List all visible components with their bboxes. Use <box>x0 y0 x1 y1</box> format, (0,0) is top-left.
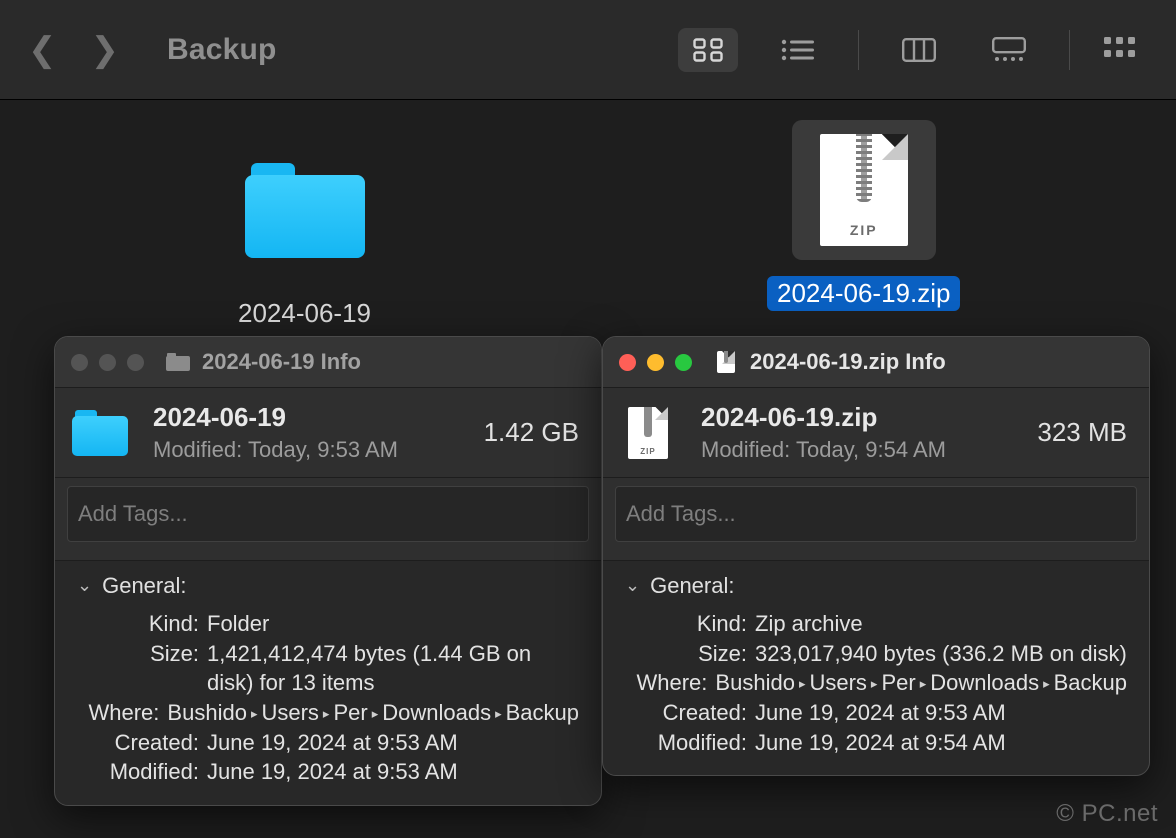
titlebar-zip-icon <box>714 352 738 372</box>
traffic-lights[interactable] <box>71 354 144 371</box>
file-item-folder[interactable]: 2024-06-19 <box>228 140 381 331</box>
view-groupby-button[interactable] <box>1100 28 1140 72</box>
info-window-folder[interactable]: 2024-06-19 Info 2024-06-19 Modified: Tod… <box>54 336 602 806</box>
section-toggle[interactable]: ⌄ General: <box>77 573 579 599</box>
file-name: 2024-06-19 <box>153 402 462 433</box>
where-value: Bushido▸Users▸Per▸Downloads▸Backup <box>167 698 579 728</box>
zoom-button[interactable] <box>675 354 692 371</box>
minimize-button[interactable] <box>647 354 664 371</box>
titlebar[interactable]: 2024-06-19.zip Info <box>603 337 1149 387</box>
tags-input[interactable] <box>615 486 1137 542</box>
titlebar[interactable]: 2024-06-19 Info <box>55 337 601 387</box>
icon-grid[interactable]: 2024-06-19 ZIP 2024-06-19.zip <box>0 100 1176 335</box>
view-columns-button[interactable] <box>889 28 949 72</box>
window-title: Backup <box>167 33 277 67</box>
nav-forward-button[interactable]: ❯ <box>91 33 120 67</box>
general-section: ⌄ General: Kind:Zip archive Size:323,017… <box>603 561 1149 775</box>
folder-icon <box>233 140 377 280</box>
general-section: ⌄ General: Kind:Folder Size:1,421,412,47… <box>55 561 601 805</box>
summary-row: 2024-06-19 Modified: Today, 9:53 AM 1.42… <box>55 387 601 478</box>
created-value: June 19, 2024 at 9:53 AM <box>207 728 579 758</box>
modified-summary: Modified: Today, 9:54 AM <box>701 437 1015 463</box>
chevron-down-icon: ⌄ <box>77 575 92 596</box>
zoom-button[interactable] <box>127 354 144 371</box>
section-toggle[interactable]: ⌄ General: <box>625 573 1127 599</box>
divider <box>1069 30 1070 70</box>
folder-icon <box>69 404 131 462</box>
finder-toolbar: ❮ ❯ Backup <box>0 0 1176 100</box>
file-label: 2024-06-19.zip <box>767 276 960 311</box>
zip-icon: ZIP <box>792 120 936 260</box>
kind-value: Folder <box>207 609 579 639</box>
file-name: 2024-06-19.zip <box>701 402 1015 433</box>
file-item-zip[interactable]: ZIP 2024-06-19.zip <box>767 120 960 311</box>
zip-icon: ZIP <box>617 404 679 462</box>
close-button[interactable] <box>71 354 88 371</box>
titlebar-title: 2024-06-19.zip Info <box>750 349 946 375</box>
view-icons-button[interactable] <box>678 28 738 72</box>
where-value: Bushido▸Users▸Per▸Downloads▸Backup <box>715 668 1127 698</box>
size-value: 323,017,940 bytes (336.2 MB on disk) <box>755 639 1127 669</box>
tags-input[interactable] <box>67 486 589 542</box>
nav-back-button[interactable]: ❮ <box>28 33 57 67</box>
modified-value: June 19, 2024 at 9:54 AM <box>755 728 1127 758</box>
close-button[interactable] <box>619 354 636 371</box>
traffic-lights[interactable] <box>619 354 692 371</box>
titlebar-folder-icon <box>166 352 190 372</box>
modified-value: June 19, 2024 at 9:53 AM <box>207 757 579 787</box>
view-switcher <box>670 28 1148 72</box>
size-value: 1,421,412,474 bytes (1.44 GB on disk) fo… <box>207 639 579 698</box>
info-window-zip[interactable]: 2024-06-19.zip Info ZIP 2024-06-19.zip M… <box>602 336 1150 776</box>
file-label: 2024-06-19 <box>228 296 381 331</box>
kind-value: Zip archive <box>755 609 1127 639</box>
titlebar-title: 2024-06-19 Info <box>202 349 361 375</box>
chevron-down-icon: ⌄ <box>625 575 640 596</box>
file-size: 1.42 GB <box>484 417 579 448</box>
minimize-button[interactable] <box>99 354 116 371</box>
divider <box>858 30 859 70</box>
file-size: 323 MB <box>1037 417 1127 448</box>
view-list-button[interactable] <box>768 28 828 72</box>
created-value: June 19, 2024 at 9:53 AM <box>755 698 1127 728</box>
summary-row: ZIP 2024-06-19.zip Modified: Today, 9:54… <box>603 387 1149 478</box>
watermark: © PC.net <box>1056 800 1158 828</box>
view-gallery-button[interactable] <box>979 28 1039 72</box>
modified-summary: Modified: Today, 9:53 AM <box>153 437 462 463</box>
